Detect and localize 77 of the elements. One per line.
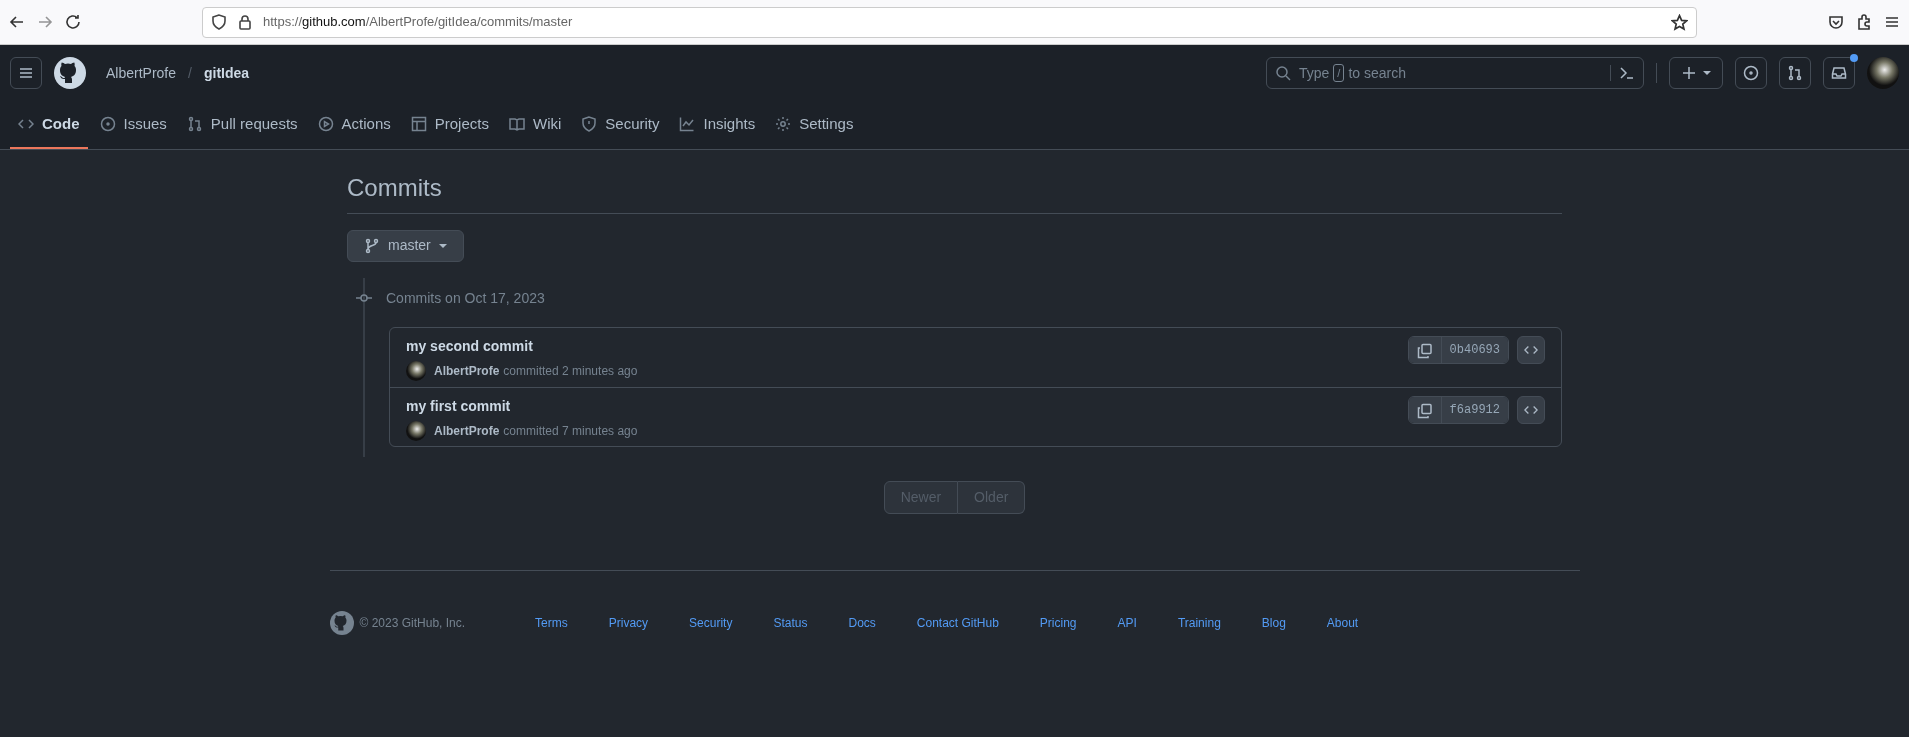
shield-icon xyxy=(581,116,598,132)
footer-link[interactable]: Status xyxy=(773,613,808,632)
commit-message[interactable]: my second commit xyxy=(406,335,638,357)
commit-message[interactable]: my first commit xyxy=(406,395,638,417)
copy-icon xyxy=(1416,342,1433,359)
footer-link[interactable]: Terms xyxy=(535,613,568,632)
repo-tab[interactable]: Projects xyxy=(402,101,497,149)
owner-link[interactable]: AlbertProfe xyxy=(106,62,177,84)
branch-selector[interactable]: master xyxy=(347,229,464,262)
pull-request-icon xyxy=(1787,65,1803,81)
search-icon xyxy=(1275,65,1291,81)
footer-link[interactable]: Training xyxy=(1177,613,1221,632)
command-palette-icon[interactable] xyxy=(1619,65,1635,81)
repo-tab[interactable]: Pull requests xyxy=(178,101,306,149)
pocket-icon[interactable] xyxy=(1827,13,1845,31)
repo-tab[interactable]: Wiki xyxy=(500,101,570,149)
pull-request-icon xyxy=(186,116,203,132)
footer-link[interactable]: Docs xyxy=(848,613,876,632)
repo-link[interactable]: gitIdea xyxy=(203,62,250,84)
play-icon xyxy=(317,116,334,132)
commit-sha-link[interactable]: 0b40693 xyxy=(1440,336,1508,363)
graph-icon xyxy=(679,116,696,132)
caret-icon xyxy=(1703,71,1711,75)
footer-link[interactable]: Security xyxy=(689,613,733,632)
inbox-icon xyxy=(1831,65,1847,81)
menu-icon xyxy=(18,65,34,81)
commit-sha-link[interactable]: f6a9912 xyxy=(1440,396,1508,423)
path-separator: / xyxy=(188,63,192,83)
reload-icon[interactable] xyxy=(64,13,82,31)
url-text: https://github.com/AlbertProfe/gitIdea/commits/master xyxy=(263,13,574,32)
repo-tab[interactable]: Code xyxy=(10,101,88,149)
caret-icon xyxy=(438,243,447,248)
lock-icon xyxy=(237,14,253,30)
footer-link[interactable]: API xyxy=(1117,613,1137,632)
avatar[interactable] xyxy=(1867,57,1899,89)
avatar[interactable] xyxy=(406,420,426,441)
avatar[interactable] xyxy=(406,360,426,381)
repo-tab[interactable]: Issues xyxy=(91,101,175,149)
shield-icon xyxy=(211,14,227,30)
browse-code-button[interactable] xyxy=(1517,395,1545,424)
table-icon xyxy=(410,116,427,132)
copy-button[interactable] xyxy=(1408,396,1441,423)
commit-time: committed 2 minutes ago xyxy=(503,362,638,380)
copy-icon xyxy=(1416,402,1433,419)
browse-code-button[interactable] xyxy=(1517,335,1545,364)
copyright-text: © 2023 GitHub, Inc. xyxy=(359,614,466,632)
author-link[interactable]: AlbertProfe xyxy=(434,361,500,380)
repo-tab[interactable]: Settings xyxy=(767,101,862,149)
repo-tab[interactable]: Security xyxy=(573,101,668,149)
footer-link[interactable]: Privacy xyxy=(608,613,649,632)
copy-button[interactable] xyxy=(1408,336,1441,363)
search-field[interactable]: Type / to search xyxy=(1266,57,1644,89)
footer-link[interactable]: Contact GitHub xyxy=(916,613,999,632)
pull-requests-button[interactable] xyxy=(1779,57,1811,89)
footer-link[interactable]: Pricing xyxy=(1039,613,1077,632)
star-icon[interactable] xyxy=(1671,13,1688,31)
footer-link[interactable]: Blog xyxy=(1261,613,1286,632)
circle-dot-icon xyxy=(1743,65,1759,81)
book-icon xyxy=(508,116,525,132)
date-heading: Commits on Oct 17, 2023 xyxy=(386,288,545,308)
gear-icon xyxy=(775,116,792,132)
menu-button[interactable] xyxy=(10,57,42,89)
plus-icon xyxy=(1681,65,1697,81)
create-new-button[interactable] xyxy=(1669,57,1723,89)
issues-button[interactable] xyxy=(1735,57,1767,89)
page-title: Commits xyxy=(347,174,1562,214)
repo-tab[interactable]: Actions xyxy=(309,101,399,149)
repo-tab[interactable]: Insights xyxy=(671,101,764,149)
footer-link[interactable]: About xyxy=(1326,613,1359,632)
address-bar[interactable]: https://github.com/AlbertProfe/gitIdea/commits/master xyxy=(202,6,1697,38)
octocat-logo-icon[interactable] xyxy=(54,57,86,89)
puzzle-icon[interactable] xyxy=(1855,13,1873,31)
search-placeholder: Type / to search xyxy=(1299,62,1407,84)
circle-dot-icon xyxy=(99,116,116,132)
branch-icon xyxy=(364,237,380,254)
commit-time: committed 7 minutes ago xyxy=(503,422,638,440)
author-link[interactable]: AlbertProfe xyxy=(434,421,500,440)
